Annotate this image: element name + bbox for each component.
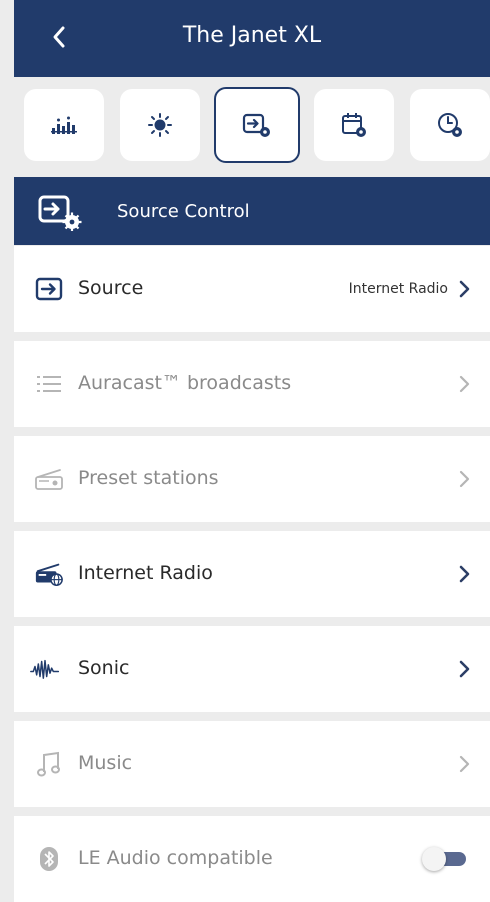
source-label: Source bbox=[78, 277, 144, 299]
source-control-icon bbox=[242, 113, 270, 137]
section-header: Source Control bbox=[14, 177, 490, 245]
sonic-label: Sonic bbox=[78, 657, 130, 679]
list-icon bbox=[34, 372, 64, 396]
equalizer-icon bbox=[51, 116, 77, 134]
chevron-right-icon bbox=[459, 470, 470, 488]
internet-radio-row[interactable]: Internet Radio bbox=[14, 531, 490, 617]
preset-stations-label: Preset stations bbox=[78, 467, 219, 489]
le-audio-label: LE Audio compatible bbox=[78, 847, 273, 869]
music-row[interactable]: Music bbox=[14, 721, 490, 807]
tab-timer-settings[interactable] bbox=[410, 89, 490, 161]
preset-stations-row[interactable]: Preset stations bbox=[14, 436, 490, 522]
tab-source-control[interactable] bbox=[214, 87, 300, 163]
source-value: Internet Radio bbox=[348, 281, 448, 297]
le-audio-toggle[interactable] bbox=[422, 847, 468, 871]
toggle-knob bbox=[422, 847, 446, 871]
music-note-icon bbox=[34, 751, 64, 777]
title-bar: The Janet XL bbox=[14, 0, 490, 77]
chevron-right-icon bbox=[459, 660, 470, 678]
internet-radio-icon bbox=[34, 562, 64, 586]
tab-brightness[interactable] bbox=[120, 89, 200, 161]
page-title: The Janet XL bbox=[182, 23, 322, 48]
auracast-broadcasts-row[interactable]: Auracast™ broadcasts bbox=[14, 341, 490, 427]
chevron-right-icon bbox=[459, 565, 470, 583]
tab-equalizer[interactable] bbox=[24, 89, 104, 161]
chevron-right-icon bbox=[459, 375, 470, 393]
bluetooth-icon bbox=[34, 847, 64, 871]
music-label: Music bbox=[78, 752, 133, 774]
timer-settings-icon bbox=[438, 113, 462, 137]
brightness-icon bbox=[148, 113, 172, 137]
source-icon bbox=[34, 277, 64, 301]
radio-icon bbox=[34, 467, 64, 491]
sonic-row[interactable]: Sonic bbox=[14, 626, 490, 712]
internet-radio-label: Internet Radio bbox=[78, 562, 213, 584]
calendar-settings-icon bbox=[342, 113, 366, 137]
settings-tab-bar bbox=[14, 77, 490, 177]
chevron-right-icon bbox=[459, 755, 470, 773]
auracast-label: Auracast™ broadcasts bbox=[78, 372, 292, 394]
source-control-icon bbox=[38, 195, 82, 231]
tab-calendar-settings[interactable] bbox=[314, 89, 394, 161]
le-audio-row: LE Audio compatible bbox=[14, 816, 490, 902]
source-row[interactable]: Source Internet Radio bbox=[14, 246, 490, 332]
section-title: Source Control bbox=[117, 201, 250, 222]
waveform-icon bbox=[30, 657, 60, 681]
chevron-right-icon bbox=[459, 280, 470, 298]
